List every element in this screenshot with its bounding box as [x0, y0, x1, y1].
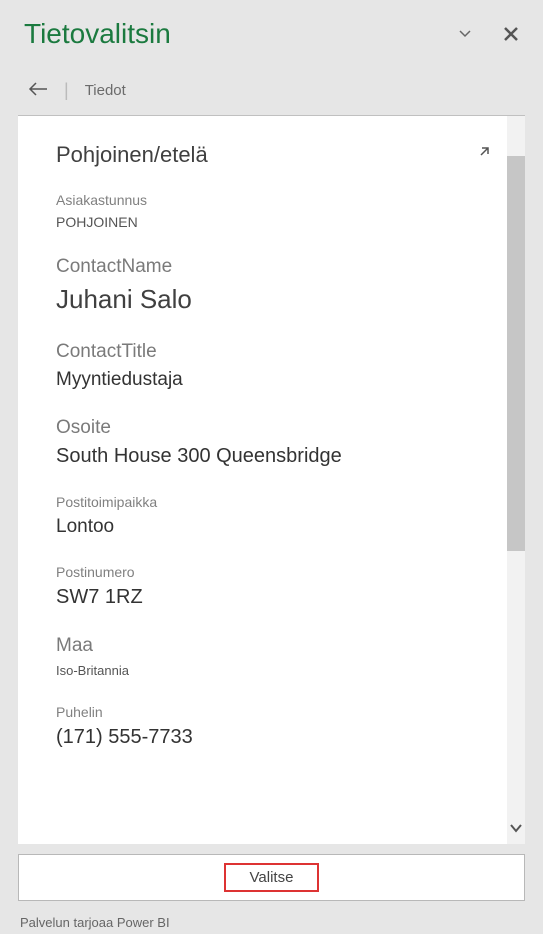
breadcrumb-divider: |: [64, 80, 69, 101]
record-card: Pohjoinen/etelä Asiakastunnus POHJOINEN Co…: [18, 115, 525, 844]
field-value: POHJOINEN: [56, 214, 469, 230]
footer-text: Palvelun tarjoaa Power BI: [0, 909, 543, 934]
close-icon[interactable]: [503, 26, 519, 42]
fields-list: Asiakastunnus POHJOINEN ContactName Juhani …: [18, 192, 507, 775]
field-label: Asiakastunnus: [56, 192, 469, 208]
field-value: Juhani Salo: [56, 284, 469, 315]
breadcrumb-bar: | Tiedot: [0, 62, 543, 115]
field-label: ContactName: [56, 256, 469, 278]
field-label: Maa: [56, 635, 469, 657]
record-title: Pohjoinen/etelä: [56, 142, 208, 168]
field-label: Postinumero: [56, 564, 469, 580]
field-value: SW7 1RZ: [56, 586, 469, 609]
button-row: Valitse: [0, 844, 543, 909]
field: ContactTitle Myyntiedustaja: [18, 341, 507, 417]
field: Postitoimipaikka Lontoo: [18, 494, 507, 564]
field-label: ContactTitle: [56, 341, 469, 363]
field: Asiakastunnus POHJOINEN: [18, 192, 507, 256]
field: Maa Iso-Britannia: [18, 635, 507, 704]
field-value: Myyntiedustaja: [56, 369, 469, 391]
panel-title: Tietovalitsin: [24, 18, 171, 50]
field: Puhelin (171) 555-7733: [18, 704, 507, 775]
field: Postinumero SW7 1RZ: [18, 564, 507, 635]
field-value: Iso-Britannia: [56, 663, 469, 678]
expand-icon[interactable]: [477, 146, 489, 162]
record-title-row: Pohjoinen/etelä: [18, 134, 507, 192]
field-value: (171) 555-7733: [56, 726, 469, 749]
dropdown-icon[interactable]: [459, 30, 471, 38]
chevron-down-icon[interactable]: [509, 820, 523, 838]
field: Osoite South House 300 Queensbridge: [18, 417, 507, 494]
card-body: Pohjoinen/etelä Asiakastunnus POHJOINEN Co…: [18, 116, 507, 844]
data-selector-panel: Tietovalitsin | Tiedot Pohjoinen/etelä: [0, 0, 543, 934]
select-button[interactable]: Valitse: [18, 854, 525, 901]
select-button-label: Valitse: [224, 863, 320, 892]
scrollbar-track[interactable]: [507, 116, 525, 844]
field-label: Osoite: [56, 417, 469, 439]
content-area: Pohjoinen/etelä Asiakastunnus POHJOINEN Co…: [0, 115, 543, 844]
field-value: Lontoo: [56, 516, 469, 538]
breadcrumb-label: Tiedot: [85, 82, 126, 99]
header-actions: [459, 26, 519, 42]
panel-header: Tietovalitsin: [0, 0, 543, 62]
back-arrow-icon[interactable]: [28, 82, 48, 100]
scrollbar-thumb[interactable]: [507, 156, 525, 551]
field-label: Postitoimipaikka: [56, 494, 469, 510]
field-label: Puhelin: [56, 704, 469, 720]
field: ContactName Juhani Salo: [18, 256, 507, 341]
field-value: South House 300 Queensbridge: [56, 445, 469, 468]
